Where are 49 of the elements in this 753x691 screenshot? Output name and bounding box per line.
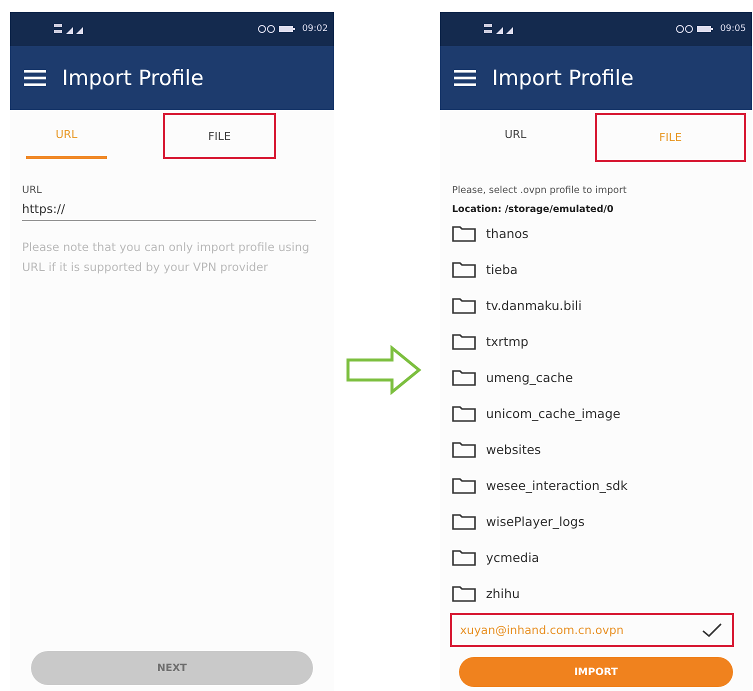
folder-name: umeng_cache <box>486 370 573 384</box>
status-time: 09:02 <box>302 24 328 34</box>
folder-name: zhihu <box>486 586 520 600</box>
folder-item[interactable]: txrtmp <box>452 323 734 359</box>
folder-name: unicom_cache_image <box>486 406 620 420</box>
folder-item[interactable]: tieba <box>452 251 734 287</box>
folder-icon <box>452 476 476 494</box>
folder-icon <box>452 224 476 242</box>
folder-name: thanos <box>486 226 529 240</box>
status-time: 09:05 <box>720 24 746 34</box>
folder-name: tieba <box>486 262 518 276</box>
folder-icon <box>452 368 476 386</box>
url-field[interactable]: https:// <box>22 198 316 221</box>
screen-title: Import Profile <box>492 66 634 90</box>
folder-icon <box>452 512 476 530</box>
folder-item[interactable]: websites <box>452 431 734 467</box>
folder-name: wisePlayer_logs <box>486 514 585 528</box>
folder-icon <box>452 260 476 278</box>
folder-icon <box>452 332 476 350</box>
instruction-text: Please, select .ovpn profile to import <box>452 185 628 196</box>
right-arrow-icon <box>346 344 422 394</box>
folder-item[interactable]: wisePlayer_logs <box>452 503 734 539</box>
tab[interactable]: FILE <box>163 113 276 159</box>
folder-name: tv.danmaku.bili <box>486 298 582 312</box>
folder-icon <box>452 404 476 422</box>
folder-item[interactable]: ycmedia <box>452 539 734 575</box>
location-text: Location: /storage/emulated/0 <box>452 204 614 215</box>
folder-name: wesee_interaction_sdk <box>486 478 628 492</box>
folder-icon <box>452 548 476 566</box>
folder-name: websites <box>486 442 541 456</box>
folder-item[interactable]: zhihu <box>452 575 734 611</box>
folder-icon <box>452 584 476 602</box>
menu-icon <box>454 70 476 86</box>
folder-item[interactable]: unicom_cache_image <box>452 395 734 431</box>
folder-icon <box>452 440 476 458</box>
screen-title: Import Profile <box>62 66 204 90</box>
note-text: Please note that you can only import profile using URL if it is supported by your VPN provider <box>22 239 310 276</box>
field-label: URL <box>22 185 43 196</box>
folder-item[interactable]: umeng_cache <box>452 359 734 395</box>
folder-item[interactable]: thanos <box>452 215 734 251</box>
menu-icon <box>24 70 46 86</box>
folder-name: txrtmp <box>486 334 528 348</box>
folder-item[interactable]: tv.danmaku.bili <box>452 287 734 323</box>
folder-icon <box>452 296 476 314</box>
tab[interactable]: URL <box>440 113 591 159</box>
checkmark-icon <box>702 623 722 637</box>
file-name: xuyan@inhand.com.cn.ovpn <box>460 623 624 637</box>
folder-name: ycmedia <box>486 550 540 564</box>
folder-item[interactable]: wesee_interaction_sdk <box>452 467 734 503</box>
